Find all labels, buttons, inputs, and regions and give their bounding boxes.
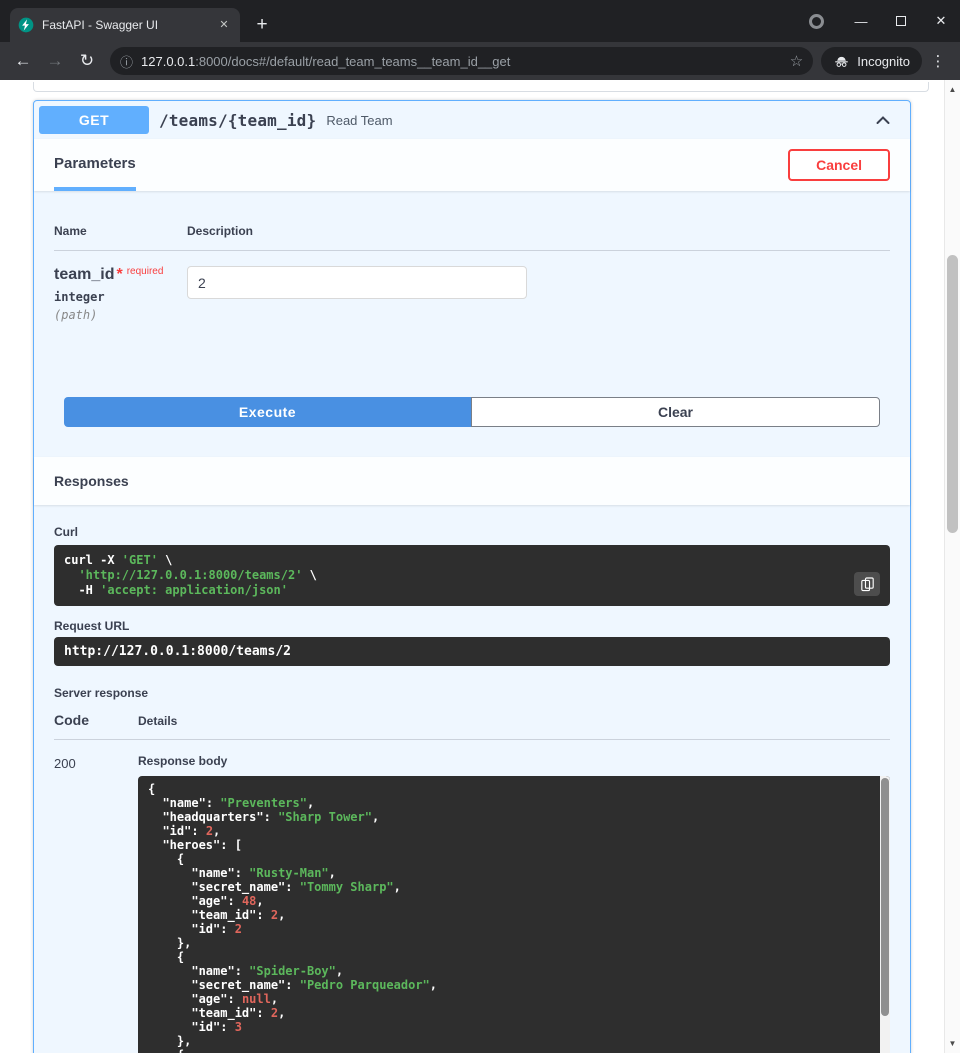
fastapi-favicon-icon	[18, 17, 34, 33]
back-icon[interactable]: ←	[8, 47, 38, 75]
reload-icon[interactable]: ↻	[72, 47, 102, 75]
response-row: 200 Response body { "name": "Preventers"…	[54, 740, 890, 1053]
swagger-content: GET /teams/{team_id} Read Team Parameter…	[33, 82, 911, 1053]
spacer	[54, 427, 890, 457]
parameters-table-head: Name Description	[54, 224, 890, 251]
collapse-chevron-icon[interactable]	[861, 110, 905, 130]
parameter-description-cell	[187, 266, 527, 322]
http-method-badge: GET	[39, 106, 149, 134]
parameters-header: Parameters Cancel	[34, 139, 910, 191]
parameter-type: integer	[54, 284, 187, 304]
parameters-table: Name Description team_id*required intege…	[34, 191, 910, 457]
responses-header: Responses	[34, 457, 910, 505]
column-name-header: Name	[54, 224, 187, 238]
column-description-header: Description	[187, 224, 253, 238]
curl-command-text: curl -X 'GET' \ 'http://127.0.0.1:8000/t…	[64, 553, 317, 597]
incognito-label: Incognito	[857, 54, 910, 69]
browser-toolbar: ← → ↻ ⓘ 127.0.0.1:8000/docs#/default/rea…	[0, 42, 960, 80]
execute-button[interactable]: Execute	[64, 397, 471, 427]
browser-update-icon[interactable]	[809, 14, 824, 29]
response-detail: Response body { "name": "Preventers", "h…	[138, 754, 890, 1053]
response-scrollbar[interactable]	[880, 776, 890, 1053]
opblock-summary[interactable]: GET /teams/{team_id} Read Team	[34, 101, 910, 139]
required-asterisk: *	[116, 266, 122, 283]
browser-menu-icon[interactable]: ⋮	[924, 52, 952, 70]
page-scrollbar[interactable]: ▲ ▼	[944, 80, 960, 1053]
scroll-down-icon[interactable]: ▼	[945, 1036, 960, 1051]
responses-body: Curl curl -X 'GET' \ 'http://127.0.0.1:8…	[34, 505, 910, 1053]
curl-command-block: curl -X 'GET' \ 'http://127.0.0.1:8000/t…	[54, 545, 890, 606]
close-button[interactable]: ✕	[928, 13, 954, 29]
response-scrollbar-thumb[interactable]	[881, 778, 889, 1016]
curl-label: Curl	[54, 525, 890, 539]
execute-row: Execute Clear	[64, 397, 880, 427]
parameter-location: (path)	[54, 304, 187, 322]
endpoint-path: /teams/{team_id}	[149, 111, 326, 130]
url-bar[interactable]: ⓘ 127.0.0.1:8000/docs#/default/read_team…	[110, 47, 813, 75]
maximize-icon	[896, 16, 906, 26]
page-viewport: ▲ ▼ GET /teams/{team_id} Read Team Param	[0, 80, 960, 1053]
parameter-meta: team_id*required integer (path)	[54, 266, 187, 322]
incognito-badge: Incognito	[821, 47, 922, 75]
site-info-icon[interactable]: ⓘ	[120, 52, 133, 71]
team-id-input[interactable]	[187, 266, 527, 299]
new-tab-button[interactable]: +	[248, 11, 276, 39]
scroll-up-icon[interactable]: ▲	[945, 82, 960, 97]
opblock-get-teams: GET /teams/{team_id} Read Team Parameter…	[33, 100, 911, 1053]
clear-button[interactable]: Clear	[471, 397, 880, 427]
response-body-block: { "name": "Preventers", "headquarters": …	[138, 776, 890, 1053]
bookmark-star-icon[interactable]: ☆	[790, 52, 803, 70]
tab-strip: FastAPI - Swagger UI ✕ + — ✕	[0, 0, 960, 42]
minimize-button[interactable]: —	[848, 14, 874, 29]
request-url-block: http://127.0.0.1:8000/teams/2	[54, 637, 890, 666]
browser-tab[interactable]: FastAPI - Swagger UI ✕	[10, 8, 240, 42]
incognito-icon	[833, 53, 850, 70]
response-body-json: { "name": "Preventers", "headquarters": …	[148, 782, 437, 1053]
maximize-button[interactable]	[888, 14, 914, 29]
response-table-head: Code Details	[54, 712, 890, 740]
status-code: 200	[54, 754, 138, 1053]
required-label: required	[127, 266, 164, 277]
responses-title: Responses	[54, 457, 129, 505]
details-column-header: Details	[138, 714, 177, 728]
url-text: 127.0.0.1:8000/docs#/default/read_team_t…	[141, 54, 782, 69]
response-body-label: Response body	[138, 754, 890, 768]
tab-title: FastAPI - Swagger UI	[42, 18, 208, 32]
previous-section-edge	[33, 82, 929, 92]
parameter-row: team_id*required integer (path)	[54, 251, 890, 322]
forward-icon[interactable]: →	[40, 47, 70, 75]
window-controls: — ✕	[809, 0, 954, 42]
server-response-label: Server response	[54, 686, 890, 700]
page-scrollbar-thumb[interactable]	[947, 255, 958, 533]
browser-window: FastAPI - Swagger UI ✕ + — ✕ ← → ↻ ⓘ 127…	[0, 0, 960, 1053]
copy-to-clipboard-icon[interactable]	[854, 572, 880, 596]
cancel-button[interactable]: Cancel	[788, 149, 890, 181]
code-column-header: Code	[54, 712, 138, 728]
endpoint-summary: Read Team	[326, 113, 392, 128]
request-url-label: Request URL	[54, 619, 890, 633]
parameter-name: team_id*required	[54, 266, 187, 284]
tab-close-icon[interactable]: ✕	[216, 17, 232, 33]
tab-parameters[interactable]: Parameters	[54, 139, 136, 191]
